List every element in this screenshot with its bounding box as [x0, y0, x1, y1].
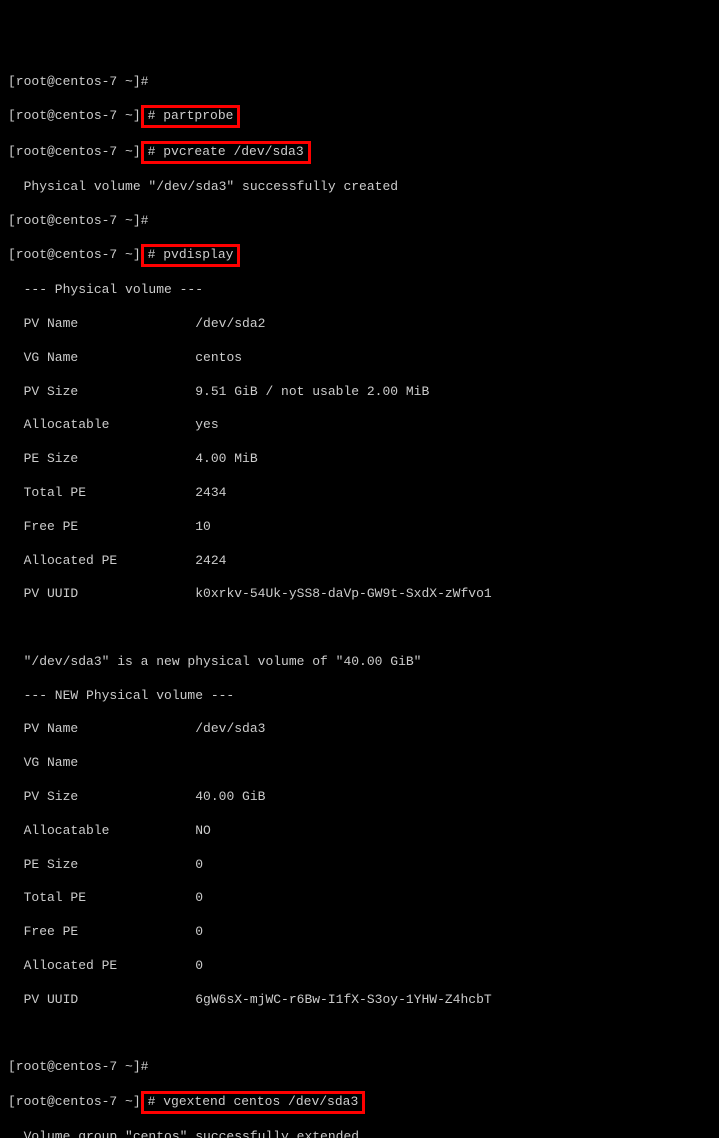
field-label: PV UUID	[8, 586, 195, 601]
vg-name-row: VG Name	[8, 755, 711, 772]
pe-size-row: PE Size 0	[8, 857, 711, 874]
vg-name-row: VG Name centos	[8, 350, 711, 367]
allocatable-row: Allocatable yes	[8, 417, 711, 434]
field-value: 2424	[195, 553, 226, 568]
output-line: Volume group "centos" successfully exten…	[8, 1129, 711, 1138]
blank-line	[8, 620, 711, 637]
field-label: PE Size	[8, 857, 195, 872]
field-value: 0	[195, 924, 203, 939]
field-value: centos	[195, 350, 242, 365]
field-label: PV Name	[8, 721, 195, 736]
shell-prompt: [root@centos-7 ~]	[8, 108, 141, 123]
prompt-line: [root@centos-7 ~]#	[8, 1059, 711, 1076]
allocated-pe-row: Allocated PE 0	[8, 958, 711, 975]
field-label: PV Size	[8, 789, 195, 804]
field-label: VG Name	[8, 350, 195, 365]
prompt-line: [root@centos-7 ~]#	[8, 213, 711, 230]
field-value: 2434	[195, 485, 226, 500]
field-value: 0	[195, 890, 203, 905]
command-text[interactable]: # pvcreate /dev/sda3	[148, 144, 304, 159]
pv-uuid-row: PV UUID 6gW6sX-mjWC-r6Bw-I1fX-S3oy-1YHW-…	[8, 992, 711, 1009]
field-value: 0	[195, 958, 203, 973]
highlight-partprobe: # partprobe	[141, 105, 241, 128]
pv-uuid-row: PV UUID k0xrkv-54Uk-ySS8-daVp-GW9t-SxdX-…	[8, 586, 711, 603]
prompt-line: [root@centos-7 ~]#	[8, 74, 711, 91]
pe-size-row: PE Size 4.00 MiB	[8, 451, 711, 468]
highlight-vgextend: # vgextend centos /dev/sda3	[141, 1091, 366, 1114]
allocated-pe-row: Allocated PE 2424	[8, 553, 711, 570]
command-line: [root@centos-7 ~] # pvdisplay	[8, 246, 711, 265]
shell-prompt: [root@centos-7 ~]#	[8, 213, 148, 228]
field-label: VG Name	[8, 755, 195, 770]
field-label: Total PE	[8, 485, 195, 500]
output-header: --- Physical volume ---	[8, 282, 711, 299]
free-pe-row: Free PE 0	[8, 924, 711, 941]
pv-name-row: PV Name /dev/sda3	[8, 721, 711, 738]
field-value: 4.00 MiB	[195, 451, 257, 466]
shell-prompt: [root@centos-7 ~]	[8, 247, 141, 262]
field-value: NO	[195, 823, 211, 838]
field-value: k0xrkv-54Uk-ySS8-daVp-GW9t-SxdX-zWfvo1	[195, 586, 491, 601]
command-text[interactable]: # vgextend centos /dev/sda3	[148, 1094, 359, 1109]
highlight-pvcreate: # pvcreate /dev/sda3	[141, 141, 311, 164]
new-pv-message: "/dev/sda3" is a new physical volume of …	[8, 654, 711, 671]
field-label: Total PE	[8, 890, 195, 905]
shell-prompt: [root@centos-7 ~]#	[8, 74, 148, 89]
field-value: 0	[195, 857, 226, 872]
field-label: Allocated PE	[8, 553, 195, 568]
pv-size-row: PV Size 40.00 GiB	[8, 789, 711, 806]
command-line: [root@centos-7 ~] # partprobe	[8, 107, 711, 126]
field-label: PV UUID	[8, 992, 195, 1007]
field-value: 40.00 GiB	[195, 789, 265, 804]
total-pe-row: Total PE 2434	[8, 485, 711, 502]
pv-name-row: PV Name /dev/sda2	[8, 316, 711, 333]
command-text[interactable]: # partprobe	[148, 108, 234, 123]
output-header: --- NEW Physical volume ---	[8, 688, 711, 705]
command-line: [root@centos-7 ~] # pvcreate /dev/sda3	[8, 143, 711, 162]
shell-prompt: [root@centos-7 ~]	[8, 144, 141, 159]
command-text[interactable]: # pvdisplay	[148, 247, 234, 262]
field-value: /dev/sda3	[195, 721, 265, 736]
field-label: PE Size	[8, 451, 195, 466]
field-label: PV Size	[8, 384, 195, 399]
shell-prompt: [root@centos-7 ~]#	[8, 1059, 148, 1074]
field-value: /dev/sda2	[195, 316, 265, 331]
blank-line	[8, 1025, 711, 1042]
field-label: Allocated PE	[8, 958, 195, 973]
free-pe-row: Free PE 10	[8, 519, 711, 536]
field-label: PV Name	[8, 316, 195, 331]
total-pe-row: Total PE 0	[8, 890, 711, 907]
field-label: Allocatable	[8, 417, 195, 432]
field-value: 10	[195, 519, 211, 534]
field-value: 9.51 GiB / not usable 2.00 MiB	[195, 384, 429, 399]
shell-prompt: [root@centos-7 ~]	[8, 1094, 141, 1109]
allocatable-row: Allocatable NO	[8, 823, 711, 840]
output-line: Physical volume "/dev/sda3" successfully…	[8, 179, 711, 196]
pv-size-row: PV Size 9.51 GiB / not usable 2.00 MiB	[8, 384, 711, 401]
field-label: Free PE	[8, 519, 195, 534]
highlight-pvdisplay: # pvdisplay	[141, 244, 241, 267]
field-value: 6gW6sX-mjWC-r6Bw-I1fX-S3oy-1YHW-Z4hcbT	[195, 992, 491, 1007]
command-line: [root@centos-7 ~] # vgextend centos /dev/…	[8, 1093, 711, 1112]
field-label: Free PE	[8, 924, 195, 939]
field-label: Allocatable	[8, 823, 195, 838]
field-value: yes	[195, 417, 218, 432]
